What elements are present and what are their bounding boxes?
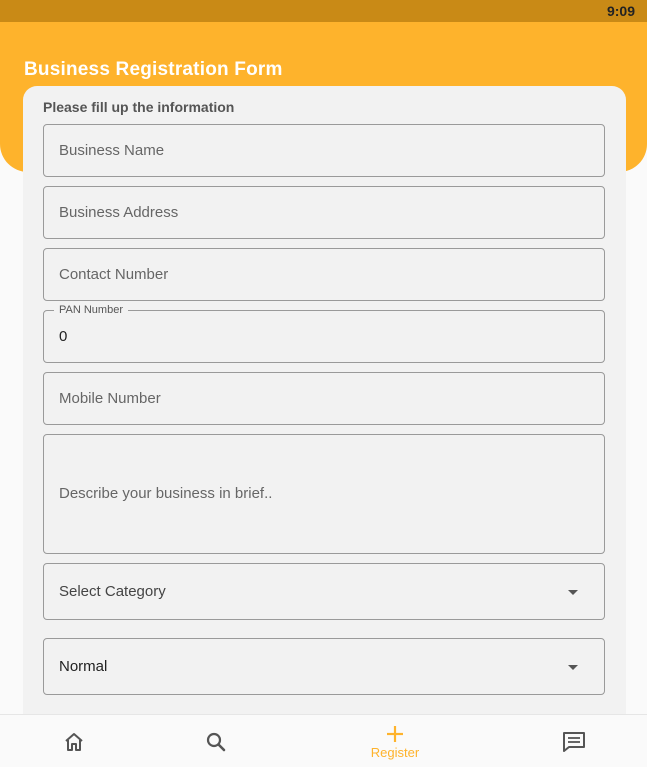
status-time: 9:09 bbox=[606, 3, 635, 19]
pan-number-value: 0 bbox=[59, 328, 68, 345]
mobile-number-placeholder: Mobile Number bbox=[59, 390, 161, 407]
nav-home[interactable] bbox=[54, 715, 94, 767]
contact-number-field[interactable]: Contact Number bbox=[43, 248, 605, 301]
search-icon bbox=[206, 732, 226, 751]
contact-number-placeholder: Contact Number bbox=[59, 266, 169, 283]
bottom-navigation: Register bbox=[0, 714, 647, 767]
nav-search[interactable] bbox=[196, 715, 236, 767]
category-select-value: Select Category bbox=[59, 583, 166, 600]
chevron-down-icon bbox=[568, 664, 578, 670]
business-address-field[interactable]: Business Address bbox=[43, 186, 605, 239]
mobile-number-field[interactable]: Mobile Number bbox=[43, 372, 605, 425]
business-name-placeholder: Business Name bbox=[59, 142, 165, 159]
chevron-down-icon bbox=[568, 589, 578, 595]
nav-register[interactable]: Register bbox=[355, 715, 435, 767]
category-select[interactable]: Select Category bbox=[43, 563, 605, 620]
nav-register-label: Register bbox=[370, 744, 420, 760]
message-icon bbox=[563, 731, 585, 752]
page-title: Business Registration Form bbox=[24, 59, 283, 80]
business-description-field[interactable]: Describe your business in brief.. bbox=[43, 434, 605, 554]
business-address-placeholder: Business Address bbox=[59, 204, 179, 221]
business-name-field[interactable]: Business Name bbox=[43, 124, 605, 177]
business-description-placeholder: Describe your business in brief.. bbox=[59, 485, 273, 502]
home-icon bbox=[65, 732, 83, 751]
business-type-select-value: Normal bbox=[59, 658, 108, 675]
plus-icon bbox=[387, 725, 403, 742]
nav-messages[interactable] bbox=[554, 715, 594, 767]
registration-form-card: Please fill up the information Business … bbox=[23, 86, 626, 716]
status-bar: 9:09 bbox=[0, 0, 647, 22]
pan-number-field[interactable]: PAN Number 0 bbox=[43, 304, 605, 363]
business-type-select[interactable]: Normal bbox=[43, 638, 605, 695]
form-heading: Please fill up the information bbox=[43, 99, 235, 115]
pan-number-label: PAN Number bbox=[54, 304, 128, 316]
